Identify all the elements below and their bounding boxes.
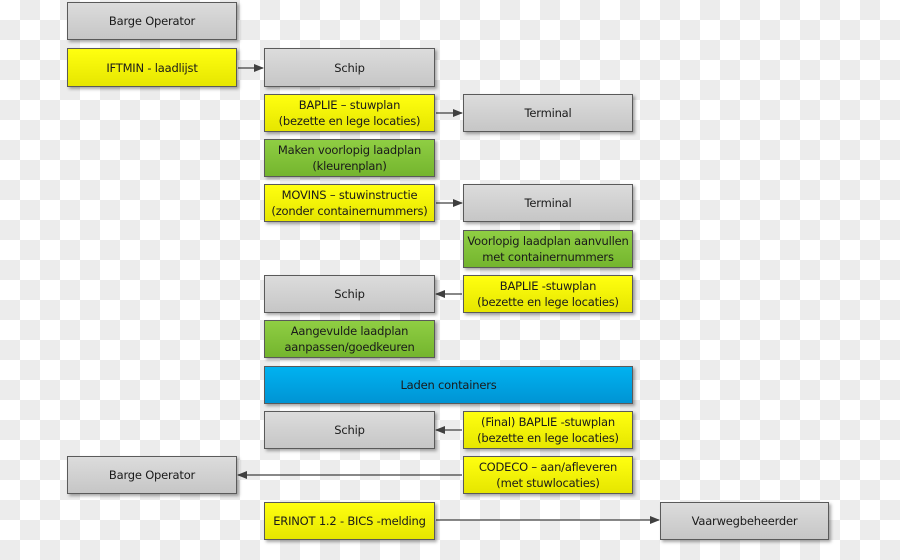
laadplan-aanvullen-action-box: Voorlopig laadplan aanvullen met contain… (463, 230, 633, 268)
barge-operator-box-2: Barge Operator (67, 456, 237, 494)
vaarwegbeheerder-box: Vaarwegbeheerder (660, 502, 829, 540)
codeco-message-box: CODECO – aan/afleveren (met stuwlocaties… (463, 456, 633, 494)
schip-box-3: Schip (264, 411, 435, 449)
erinot-message-box: ERINOT 1.2 - BICS -melding (264, 502, 435, 540)
laadplan-aanpassen-action-box: Aangevulde laadplan aanpassen/goedkeuren (264, 320, 435, 358)
maken-laadplan-action-box: Maken voorlopig laadplan (kleurenplan) (264, 139, 435, 177)
laden-containers-process-box: Laden containers (264, 366, 633, 404)
baplie-message-box: BAPLIE – stuwplan (bezette en lege locat… (264, 94, 435, 132)
baplie-message-box-2: BAPLIE -stuwplan (bezette en lege locati… (463, 275, 633, 313)
movins-message-box: MOVINS – stuwinstructie (zonder containe… (264, 184, 435, 222)
final-baplie-message-box: (Final) BAPLIE -stuwplan (bezette en leg… (463, 411, 633, 449)
barge-operator-box: Barge Operator (67, 2, 237, 40)
terminal-box-2: Terminal (463, 184, 633, 222)
terminal-box: Terminal (463, 94, 633, 132)
schip-box-2: Schip (264, 275, 435, 313)
schip-box: Schip (264, 48, 435, 87)
iftmin-message-box: IFTMIN - laadlijst (67, 48, 237, 87)
